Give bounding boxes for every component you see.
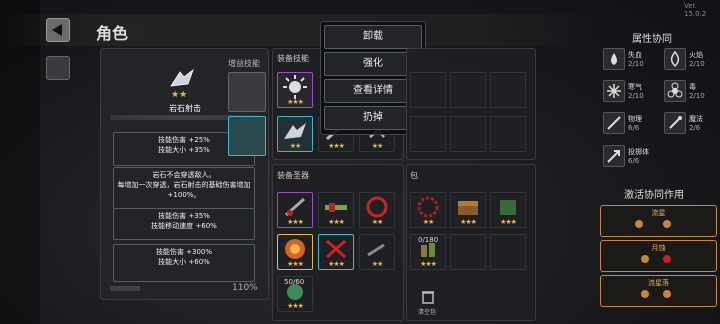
bag-slot-1[interactable]: ★★ [410,192,446,228]
footer-stat: 110% [232,283,258,293]
synergy-count: 6/6 [628,157,640,165]
trash-icon[interactable] [420,288,436,304]
synergy-count: 2/10 [689,60,705,68]
active-synergy-card-3[interactable]: 流星落 [600,275,717,307]
storage-slot[interactable] [450,116,486,152]
skill-level-stars: ★★ [171,90,188,100]
synergy-count: 6/6 [628,124,640,132]
synergy-count: 2/10 [628,60,644,68]
storage-slot[interactable] [410,72,446,108]
effect-box-2: 岩石不会穿透敌人。 每增加一次穿透，岩石射击的基础伤害增加 +100%。 [113,167,255,209]
gear-slot-1[interactable]: ★★★ [277,192,313,228]
menu-grid-button[interactable] [46,56,70,80]
equipped-gear-label: 装备圣器 [277,171,309,180]
storage-slot[interactable] [490,72,526,108]
synergy-orb-icon [641,290,649,298]
bag-slot-2[interactable]: ★★★ [450,192,486,228]
synergy-name: 失血 [628,51,642,59]
bag-slot-5[interactable] [450,234,486,270]
synergy-name: 毒 [689,83,696,91]
version-label: Ver. 15.0.2 [684,2,707,18]
active-synergy-card-2[interactable]: 月蚀 [600,240,717,272]
synergy-name: 魔法 [689,115,703,123]
synergy-name: 物理 [628,115,642,123]
header-bar [0,14,600,46]
synergy-name: 投掷体 [628,148,649,156]
effect-box-3: 技能伤害 +35% 技能移动速度 +60% [113,208,255,240]
synergy-orb-icon [663,255,671,263]
buff-skill-slot-1[interactable] [228,72,266,112]
gear-slot-2[interactable]: ★★★ [318,192,354,228]
synergy-count: 2/6 [689,124,701,132]
synergy-orb-icon [663,290,671,298]
gear-slot-6[interactable]: ★★ [359,234,395,270]
equipped-skills-label: 装备技能 [277,54,309,63]
skill-slot-2[interactable]: ★★ [277,116,313,152]
bag-slot-3[interactable]: ★★★ [490,192,526,228]
synergy-orb-icon [635,220,643,228]
synergy-name: 火焰 [689,51,703,59]
skill-icon [168,68,196,90]
snowflake-icon[interactable] [603,80,625,102]
bag-label: 包 [410,171,418,180]
throw-icon[interactable] [603,145,625,167]
left-shade [0,0,40,324]
synergy-count: 2/10 [628,92,644,100]
skill-slot-1[interactable]: ★★★ [277,72,313,108]
buff-skill-tab[interactable]: 增益技能 [228,58,260,69]
gear-slot-count: 50/60 [284,278,305,286]
storage-slot[interactable] [490,116,526,152]
active-synergy-card-1[interactable]: 流星 [600,205,717,237]
unequip-button[interactable]: 卸载 [324,25,422,49]
synergy-orb-icon [663,220,671,228]
skill-name: 岩石射击 [169,104,201,113]
storage-slot[interactable] [410,116,446,152]
gear-slot-3[interactable]: ★★ [359,192,395,228]
back-button[interactable] [46,18,70,42]
flame-icon[interactable] [664,48,686,70]
synergy-orb-icon [641,255,649,263]
storage-slot[interactable] [450,72,486,108]
clear-bag-label[interactable]: 清空包 [418,307,436,316]
gear-slot-4[interactable]: ★★★ [277,234,313,270]
active-synergy-label: 流星落 [648,279,669,287]
effect-box-4: 技能伤害 +300% 技能大小 +60% [113,244,255,282]
bag-slot-6[interactable] [490,234,526,270]
blood-drop-icon[interactable] [603,48,625,70]
page-title: 角色 [96,24,129,43]
active-synergy-label: 月蚀 [651,244,666,252]
synergy-title: 属性协同 [632,34,672,45]
bag-capacity: 0/180 [418,236,439,244]
buff-skill-slot-2[interactable] [228,116,266,156]
footer-stat-label [110,286,140,291]
sword-icon[interactable] [603,112,625,134]
synergy-count: 2/10 [689,92,705,100]
synergy-name: 寒气 [628,83,642,91]
wand-icon[interactable] [664,112,686,134]
active-synergy-label: 流星 [651,209,666,217]
gear-slot-5[interactable]: ★★★ [318,234,354,270]
biohazard-icon[interactable] [664,80,686,102]
active-synergy-title: 激活协同作用 [624,190,684,201]
